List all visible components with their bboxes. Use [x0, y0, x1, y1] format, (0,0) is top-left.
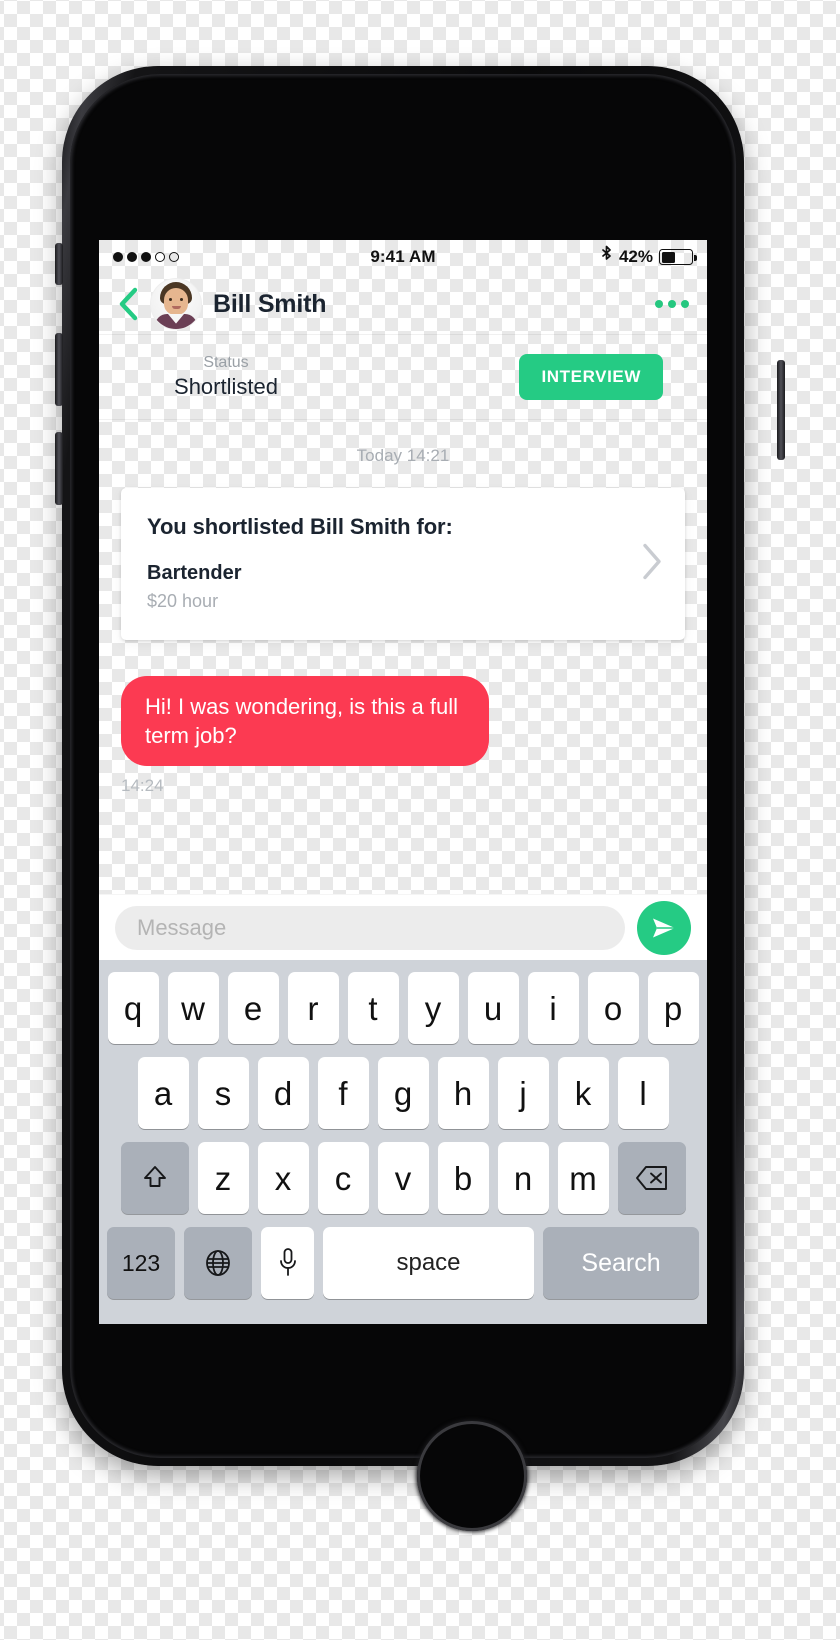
key-e[interactable]: e [227, 972, 279, 1044]
nav-header: Bill Smith [99, 274, 707, 334]
key-a[interactable]: a [137, 1057, 189, 1129]
volume-up-button[interactable] [55, 333, 63, 406]
keyboard-row-1: qwertyuiop [103, 972, 703, 1044]
battery-icon [659, 249, 697, 265]
key-c[interactable]: c [317, 1142, 369, 1214]
key-i[interactable]: i [527, 972, 579, 1044]
key-b[interactable]: b [437, 1142, 489, 1214]
key-l[interactable]: l [617, 1057, 669, 1129]
interview-button[interactable]: INTERVIEW [519, 354, 663, 400]
key-q[interactable]: q [107, 972, 159, 1044]
volume-down-button[interactable] [55, 432, 63, 505]
send-button[interactable] [637, 900, 691, 955]
back-button[interactable] [117, 287, 139, 321]
contact-name: Bill Smith [213, 289, 327, 318]
job-rate: $20 hour [147, 591, 219, 611]
key-x[interactable]: x [257, 1142, 309, 1214]
candidate-status-row: Status Shortlisted INTERVIEW [99, 334, 707, 420]
key-w[interactable]: w [167, 972, 219, 1044]
status-label: Status [203, 353, 249, 371]
bluetooth-icon [600, 245, 613, 269]
status-bar: 9:41 AM 42% [99, 240, 707, 274]
message-timestamp: 14:24 [121, 776, 164, 796]
key-p[interactable]: p [647, 972, 699, 1044]
message-bubble: Hi! I was wondering, is this a full term… [121, 676, 489, 767]
on-screen-keyboard: qwertyuiop asdfghjkl zxcvbnm 123 space S… [99, 960, 707, 1324]
job-card[interactable]: You shortlisted Bill Smith for: Bartende… [121, 488, 685, 640]
message-input-bar [99, 894, 707, 960]
key-z[interactable]: z [197, 1142, 249, 1214]
globe-icon[interactable] [184, 1227, 252, 1299]
keyboard-row-4: 123 space Search [103, 1227, 703, 1299]
chevron-right-icon[interactable] [641, 543, 663, 586]
key-y[interactable]: y [407, 972, 459, 1044]
status-value: Shortlisted [174, 373, 278, 399]
conversation-area: Today 14:21 You shortlisted Bill Smith f… [99, 420, 707, 796]
key-t[interactable]: t [347, 972, 399, 1044]
key-u[interactable]: u [467, 972, 519, 1044]
shift-key[interactable] [120, 1142, 189, 1214]
job-role: Bartender [147, 562, 242, 584]
key-n[interactable]: n [497, 1142, 549, 1214]
avatar[interactable] [151, 279, 201, 329]
backspace-key[interactable] [617, 1142, 686, 1214]
keyboard-row-3: zxcvbnm [103, 1142, 703, 1214]
phone-screen: 9:41 AM 42% Bill Smith Status Shortliste… [99, 240, 707, 1324]
silent-switch[interactable] [55, 243, 63, 285]
key-m[interactable]: m [557, 1142, 609, 1214]
key-s[interactable]: s [197, 1057, 249, 1129]
key-j[interactable]: j [497, 1057, 549, 1129]
key-r[interactable]: r [287, 972, 339, 1044]
key-h[interactable]: h [437, 1057, 489, 1129]
keyboard-row-2: asdfghjkl [103, 1057, 703, 1129]
key-v[interactable]: v [377, 1142, 429, 1214]
space-key[interactable]: space [323, 1227, 534, 1299]
home-button[interactable] [417, 1421, 527, 1531]
power-button[interactable] [777, 360, 785, 460]
key-o[interactable]: o [587, 972, 639, 1044]
message-list: Hi! I was wondering, is this a full term… [121, 676, 685, 796]
battery-percent-label: 42% [618, 247, 653, 266]
message-input[interactable] [115, 905, 625, 950]
status-block: Status Shortlisted [121, 353, 331, 402]
job-card-title: You shortlisted Bill Smith for: [147, 514, 453, 539]
search-key[interactable]: Search [543, 1227, 699, 1299]
key-g[interactable]: g [377, 1057, 429, 1129]
microphone-icon[interactable] [261, 1227, 314, 1299]
status-bar-right: 42% [600, 245, 697, 269]
key-f[interactable]: f [317, 1057, 369, 1129]
day-timestamp: Today 14:21 [356, 446, 450, 465]
numbers-key[interactable]: 123 [107, 1227, 175, 1299]
key-k[interactable]: k [557, 1057, 609, 1129]
more-options-icon[interactable] [655, 300, 689, 308]
key-d[interactable]: d [257, 1057, 309, 1129]
